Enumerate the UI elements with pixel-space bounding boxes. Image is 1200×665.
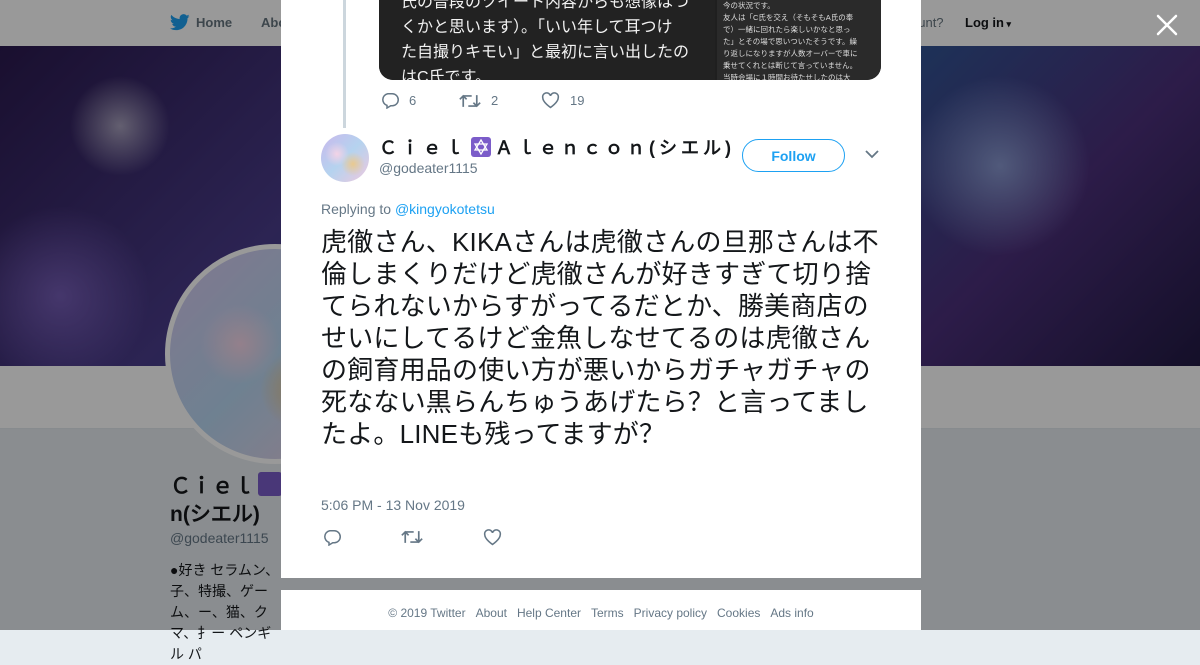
chevron-down-icon[interactable] (865, 150, 879, 159)
star-of-david-emoji (471, 137, 491, 157)
replying-prefix: Replying to (321, 201, 392, 217)
media-text-line: 氏の普段のツイート内容からも想像はつ (401, 0, 690, 11)
media-text-line: くかと思います）。「いい年して耳つけ (401, 19, 673, 36)
footer-copyright: © 2019 Twitter (388, 606, 466, 620)
retweet-count: 2 (491, 93, 499, 108)
media-small-line: た」とその場で思いついたそうです。繰 (723, 37, 858, 46)
like-icon[interactable] (483, 529, 502, 546)
author-name[interactable]: Ｃｉｅｌ Ａｌｅｎｃｏｎ(シエル) (379, 134, 735, 160)
author-avatar[interactable] (321, 134, 369, 182)
reply-icon[interactable] (323, 529, 341, 546)
author-handle[interactable]: @godeater1115 (379, 160, 478, 176)
footer-link-cookies[interactable]: Cookies (717, 606, 760, 630)
replying-handle-link[interactable]: @kingyokotetsu (395, 201, 495, 217)
tweet-modal: 氏の普段のツイート内容からも想像はつ くかと思います）。「いい年して耳つけ た自… (281, 0, 921, 578)
modal-footer: © 2019 Twitter About Help Center Terms P… (281, 590, 921, 630)
footer-link-about[interactable]: About (476, 606, 507, 630)
author-name-part2: Ａｌｅｎｃｏｎ(シエル) (495, 138, 735, 158)
close-icon[interactable] (1154, 12, 1180, 38)
footer-link-privacy[interactable]: Privacy policy (634, 606, 707, 630)
retweet-icon[interactable] (401, 529, 423, 545)
footer-link-help-center[interactable]: Help Center (517, 606, 581, 630)
reply-count: 6 (409, 93, 417, 108)
media-text-line: はC氏です。 (401, 69, 491, 80)
like-icon (541, 92, 560, 109)
tweet-text: 虎徹さん、KIKAさんは虎徹さんの旦那さんは不倫しまくりだけど虎徹さんが好きすぎ… (321, 227, 879, 449)
media-text-line: た自撮りキモい」と最初に言い出したの (401, 44, 690, 61)
media-small-line: 今の状況です。 (723, 1, 775, 10)
author-name-part1: Ｃｉｅｌ (379, 138, 467, 158)
prev-tweet-actions: 6 2 19 (381, 92, 584, 109)
thread-connector-line (343, 0, 346, 128)
follow-button[interactable]: Follow (742, 139, 845, 172)
retweet-button[interactable]: 2 (459, 92, 541, 109)
reply-button[interactable]: 6 (381, 92, 459, 109)
media-small-line: 当時会場に１時間お待たせしたのは大 (723, 73, 851, 80)
tweet-media-image[interactable]: 氏の普段のツイート内容からも想像はつ くかと思います）。「いい年して耳つけ た自… (379, 0, 881, 80)
replying-to: Replying to @kingyokotetsu (321, 201, 495, 217)
like-button[interactable]: 19 (541, 92, 584, 109)
media-small-line: り返しになりますが人数オーバーで車に (723, 49, 858, 58)
media-small-line: で）一緒に回れたら楽しいかなと思っ (723, 25, 851, 34)
retweet-icon (459, 94, 481, 107)
like-count: 19 (570, 93, 585, 108)
footer-link-ads-info[interactable]: Ads info (770, 606, 813, 630)
tweet-timestamp[interactable]: 5:06 PM - 13 Nov 2019 (321, 497, 465, 513)
media-left-panel: 氏の普段のツイート内容からも想像はつ くかと思います）。「いい年して耳つけ た自… (379, 0, 715, 80)
footer-link-terms[interactable]: Terms (591, 606, 624, 630)
media-small-line: 乗せてくれとは断じて言っていません。 (723, 61, 858, 70)
reply-icon (382, 93, 399, 109)
media-small-line: 友人は「C氏を交え（そもそもA氏の奉 (723, 13, 854, 22)
media-right-panel: 今の状況です。 友人は「C氏を交え（そもそもA氏の奉 で）一緒に回れたら楽しいか… (717, 0, 881, 80)
tweet-actions (323, 529, 502, 546)
